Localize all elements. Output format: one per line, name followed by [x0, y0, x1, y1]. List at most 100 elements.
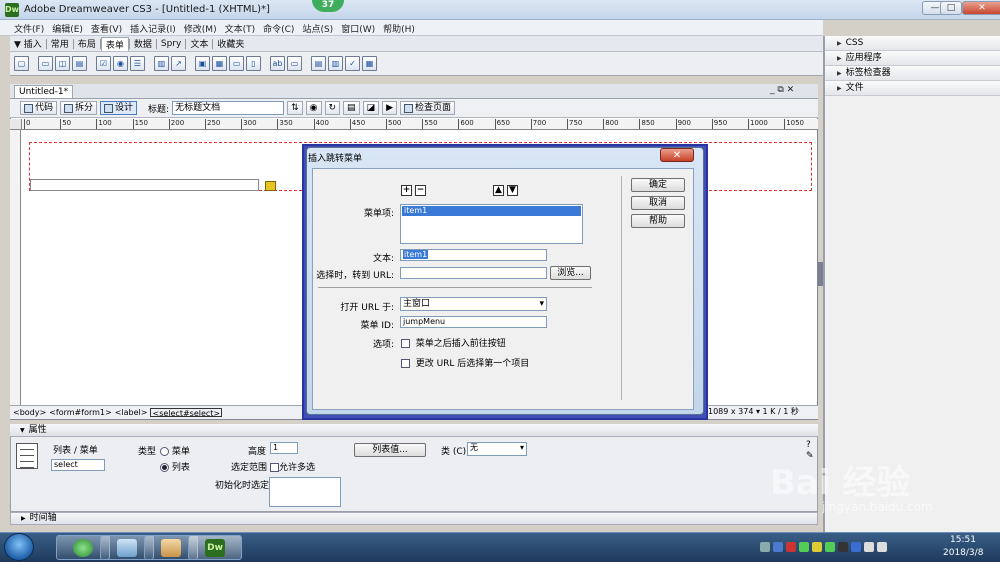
tag-body[interactable]: <body>: [13, 408, 46, 417]
select-first-item-option[interactable]: 更改 URL 后选择第一个项目: [401, 356, 529, 369]
fieldset-icon[interactable]: ab: [270, 56, 285, 71]
type-menu-option[interactable]: 菜单: [160, 444, 190, 457]
tab-common[interactable]: 常用: [47, 37, 73, 50]
document-window-controls[interactable]: _ ⧉ ✕: [770, 85, 794, 95]
jump-menu-icon[interactable]: ↗: [171, 56, 186, 71]
tab-text[interactable]: 文本: [186, 37, 212, 50]
menu-commands[interactable]: 命令(C): [259, 20, 298, 35]
help-icon[interactable]: ?: [806, 440, 811, 450]
menu-view[interactable]: 查看(V): [87, 20, 126, 35]
button-icon[interactable]: ▭: [229, 56, 244, 71]
cancel-button[interactable]: 取消: [631, 196, 685, 210]
tag-label[interactable]: <label>: [115, 408, 148, 417]
open-in-select[interactable]: 主窗口 ▾: [400, 297, 547, 311]
text-field-icon[interactable]: ▭: [38, 56, 53, 71]
initial-selected-list[interactable]: [269, 477, 341, 507]
panel-tag-inspector[interactable]: 标签检查器: [825, 66, 1000, 81]
spry-validation-textarea-icon[interactable]: ▤: [311, 56, 326, 71]
panel-files[interactable]: 文件: [825, 81, 1000, 96]
tag-form[interactable]: <form#form1>: [49, 408, 112, 417]
file-management-button[interactable]: ⇅: [287, 101, 303, 115]
allow-multiple-option[interactable]: 允许多选: [270, 460, 315, 473]
tray-icon[interactable]: [851, 542, 861, 552]
insert-toggle[interactable]: ▼ 插入: [10, 37, 46, 50]
document-tab[interactable]: Untitled-1*: [14, 85, 74, 98]
text-input[interactable]: item1: [400, 249, 547, 261]
menu-text[interactable]: 文本(T): [221, 20, 260, 35]
menu-window[interactable]: 窗口(W): [337, 20, 379, 35]
add-item-button[interactable]: +: [401, 185, 412, 196]
tab-favorites[interactable]: 收藏夹: [213, 37, 248, 50]
tray-icon[interactable]: [760, 542, 770, 552]
textarea-icon[interactable]: ▤: [72, 56, 87, 71]
spry-validation-text-icon[interactable]: ▭: [287, 56, 302, 71]
view-options-button[interactable]: ▤: [343, 101, 360, 115]
window-close-button[interactable]: ✕: [962, 1, 1000, 15]
move-up-button[interactable]: ▲: [493, 185, 504, 196]
ok-button[interactable]: 确定: [631, 178, 685, 192]
radio-group-icon[interactable]: ☰: [130, 56, 145, 71]
preview-browser-button[interactable]: ◉: [305, 101, 322, 115]
type-menu-radio[interactable]: [160, 447, 169, 456]
tray-icon[interactable]: [773, 542, 783, 552]
document-title-input[interactable]: 无标题文档: [172, 101, 285, 115]
validate-markup-button[interactable]: ▶: [382, 101, 397, 115]
tab-layout[interactable]: 布局: [74, 37, 100, 50]
menu-insert[interactable]: 插入记录(I): [126, 20, 180, 35]
dialog-close-button[interactable]: ✕: [660, 148, 694, 162]
panel-splitter-handle[interactable]: [818, 262, 823, 286]
network-icon[interactable]: [864, 542, 874, 552]
panel-css[interactable]: CSS: [825, 36, 1000, 51]
form-icon[interactable]: ▢: [14, 56, 29, 71]
volume-icon[interactable]: [877, 542, 887, 552]
tray-icon[interactable]: [799, 542, 809, 552]
tab-forms[interactable]: 表单: [100, 36, 129, 51]
help-button[interactable]: 帮助: [631, 214, 685, 228]
list-values-button[interactable]: 列表值...: [354, 443, 426, 457]
clock-time[interactable]: 15:51: [950, 535, 976, 545]
label-icon[interactable]: ▯: [246, 56, 261, 71]
goto-url-input[interactable]: [400, 267, 547, 279]
menu-help[interactable]: 帮助(H): [379, 20, 419, 35]
image-field-icon[interactable]: ▣: [195, 56, 210, 71]
menu-edit[interactable]: 编辑(E): [48, 20, 87, 35]
select-name-input[interactable]: select: [51, 459, 105, 471]
refresh-button[interactable]: ↻: [324, 101, 341, 115]
class-select[interactable]: 无 ▾: [467, 442, 527, 456]
height-input[interactable]: 1: [270, 442, 298, 454]
remove-item-button[interactable]: −: [415, 185, 426, 196]
code-view-button[interactable]: 代码: [20, 101, 58, 115]
checkbox-icon[interactable]: ☑: [96, 56, 111, 71]
insert-go-button-option[interactable]: 菜单之后插入前往按钮: [401, 336, 506, 349]
taskbar-item-dreamweaver[interactable]: Dw: [188, 535, 242, 560]
restore-button[interactable]: □: [940, 1, 962, 15]
script-marker-icon[interactable]: [265, 181, 276, 191]
menu-file[interactable]: 文件(F): [10, 20, 48, 35]
menu-modify[interactable]: 修改(M): [180, 20, 221, 35]
select-first-item-checkbox[interactable]: [401, 359, 410, 368]
tray-icon[interactable]: [825, 542, 835, 552]
tab-data[interactable]: 数据: [130, 37, 156, 50]
visual-aids-button[interactable]: ◪: [362, 101, 380, 115]
window-size-status[interactable]: 1089 x 374 ▾ 1 K / 1 秒: [708, 406, 799, 417]
split-view-button[interactable]: 拆分: [60, 101, 98, 115]
spry-validation-extra-icon[interactable]: ▦: [362, 56, 377, 71]
insert-go-button-checkbox[interactable]: [401, 339, 410, 348]
check-page-button[interactable]: 检查页面: [400, 101, 456, 115]
timeline-header[interactable]: 时间轴: [10, 512, 818, 525]
hidden-field-icon[interactable]: ◫: [55, 56, 70, 71]
properties-header[interactable]: 属性: [10, 424, 818, 437]
radio-button-icon[interactable]: ◉: [113, 56, 128, 71]
select-element[interactable]: [30, 179, 259, 191]
menu-items-list[interactable]: item1: [400, 204, 583, 244]
move-down-button[interactable]: ▼: [507, 185, 518, 196]
type-list-radio[interactable]: [160, 463, 169, 472]
menu-site[interactable]: 站点(S): [298, 20, 337, 35]
clock-date[interactable]: 2018/3/8: [943, 548, 983, 558]
menu-item-row[interactable]: item1: [402, 206, 581, 216]
tag-select[interactable]: <select#select>: [150, 408, 223, 418]
spry-validation-select-icon[interactable]: ▥: [328, 56, 343, 71]
tray-icon[interactable]: [838, 542, 848, 552]
file-field-icon[interactable]: ▦: [212, 56, 227, 71]
tab-spry[interactable]: Spry: [157, 39, 185, 49]
